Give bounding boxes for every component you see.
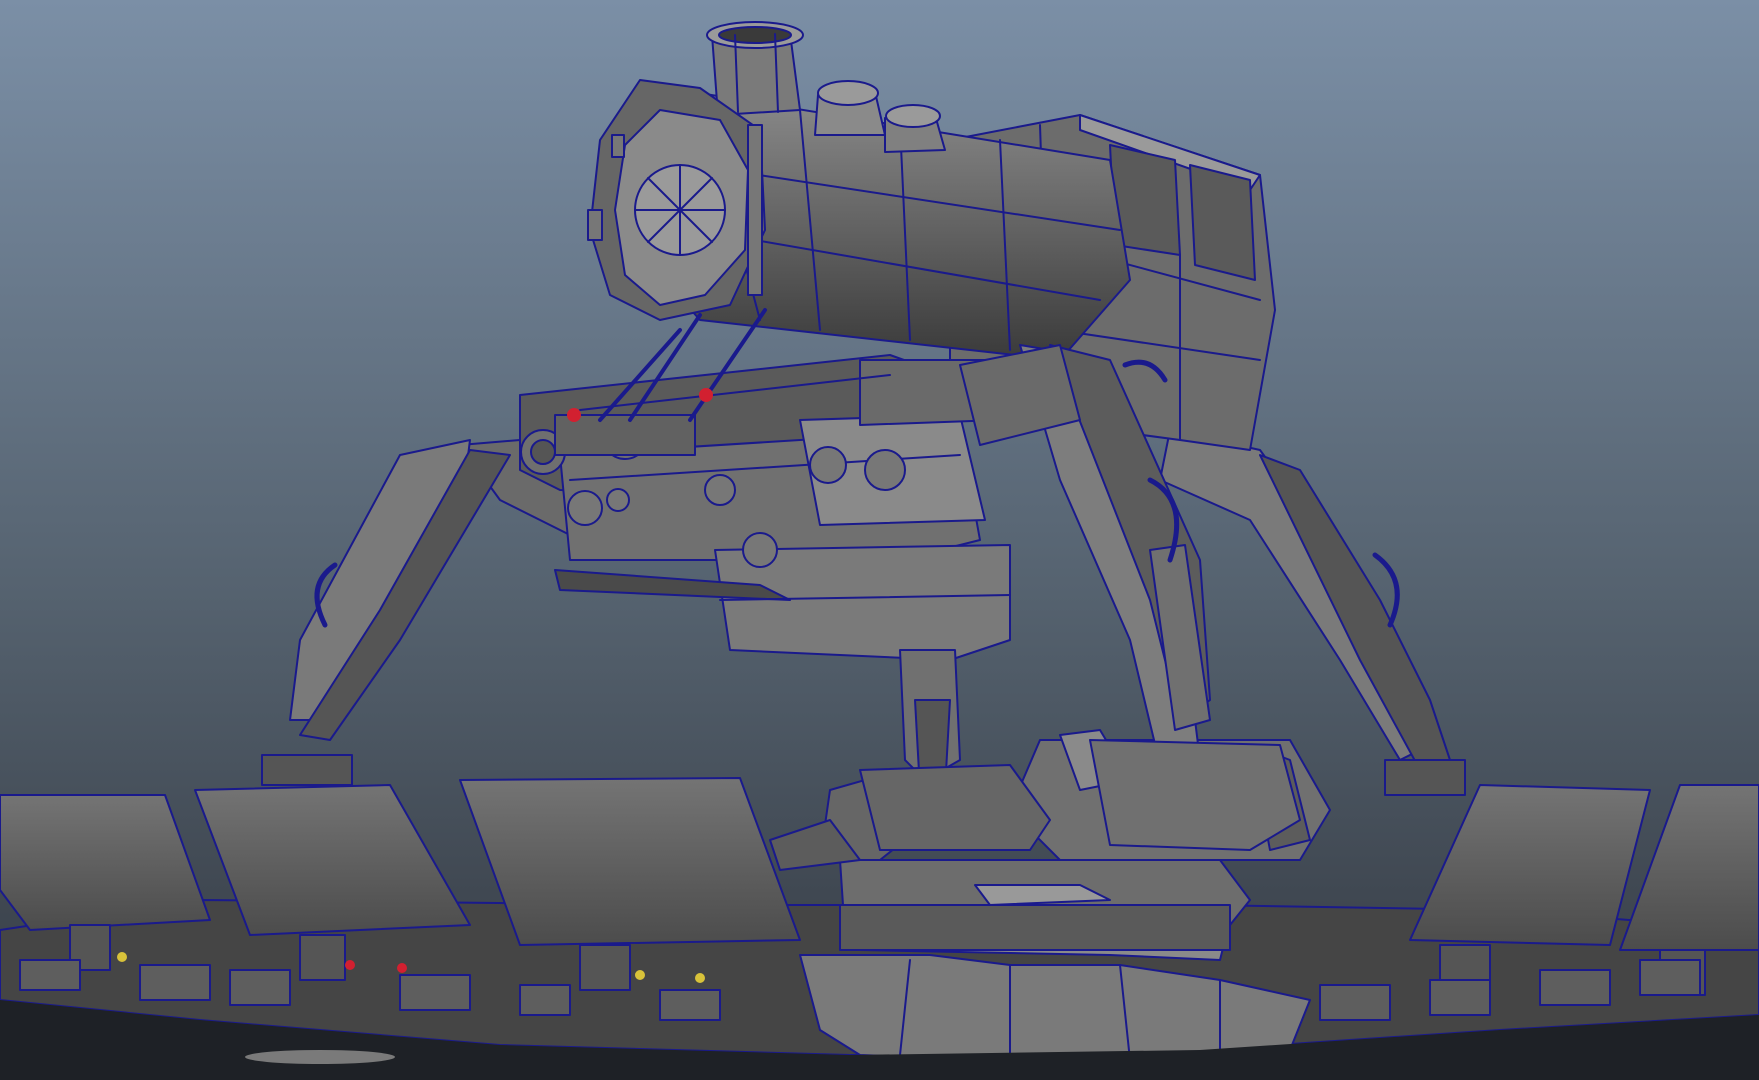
- 3d-viewport[interactable]: [0, 0, 1759, 1080]
- scene-canvas[interactable]: [0, 0, 1759, 1080]
- floor-decal: [245, 1050, 395, 1064]
- smokestack-icon: [706, 21, 804, 116]
